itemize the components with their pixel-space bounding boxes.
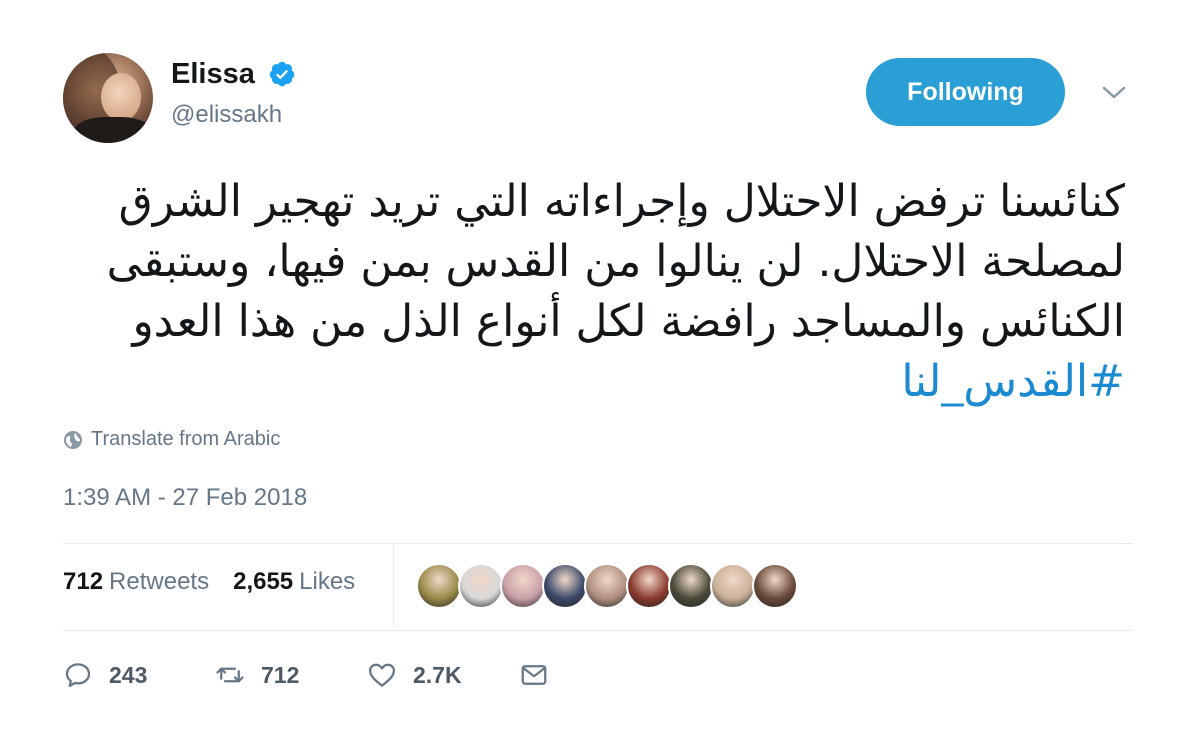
verified-badge-icon (269, 61, 295, 87)
retweet-icon (216, 667, 244, 683)
retweet-action[interactable]: 712 (215, 660, 367, 690)
engagement-stats: 712 Retweets 2,655 Likes (63, 568, 355, 596)
retweets-label: Retweets (109, 568, 210, 595)
liker-avatar[interactable] (458, 563, 504, 609)
likes-count: 2,655 (233, 568, 294, 595)
like-count: 2.7K (413, 661, 462, 688)
direct-message-action[interactable] (519, 660, 565, 690)
avatar-face (101, 73, 141, 121)
reply-count: 243 (109, 661, 148, 688)
liker-avatar[interactable] (752, 563, 798, 609)
translate-label: Translate from Arabic (91, 428, 281, 450)
tweet-card: Elissa @elissakh Following كنائسنا ترفض … (0, 0, 1200, 734)
avatar[interactable] (63, 53, 153, 143)
divider-top (63, 543, 1133, 544)
liker-avatar[interactable] (416, 563, 462, 609)
display-name[interactable]: Elissa (171, 56, 255, 92)
following-button[interactable]: Following (866, 58, 1065, 126)
chevron-down-icon[interactable] (1101, 84, 1127, 102)
tweet-actions: 243 712 2.7K (63, 660, 565, 690)
reply-action[interactable]: 243 (63, 660, 215, 690)
liker-avatar[interactable] (542, 563, 588, 609)
tweet-body: كنائسنا ترفض الاحتلال وإجراءاته التي تري… (106, 176, 1125, 347)
liker-avatar[interactable] (668, 563, 714, 609)
liker-avatar[interactable] (626, 563, 672, 609)
user-handle[interactable]: @elissakh (171, 100, 282, 130)
reply-icon (65, 663, 91, 687)
divider-bottom (63, 630, 1133, 631)
like-action[interactable]: 2.7K (367, 660, 519, 690)
likes-label: Likes (299, 568, 356, 595)
globe-icon (64, 430, 82, 449)
avatar-shoulder (73, 117, 153, 143)
heart-icon (369, 663, 395, 687)
retweet-count: 712 (261, 661, 300, 688)
tweet-text: كنائسنا ترفض الاحتلال وإجراءاته التي تري… (65, 172, 1125, 412)
translate-link[interactable]: Translate from Arabic (63, 428, 280, 451)
tweet-timestamp[interactable]: 1:39 AM - 27 Feb 2018 (63, 484, 307, 512)
hashtag-link[interactable]: #القدس_لنا (901, 356, 1125, 407)
envelope-icon (521, 665, 547, 685)
retweets-count: 712 (63, 568, 104, 595)
stats-separator (393, 544, 394, 626)
liker-avatars (416, 563, 798, 609)
liker-avatar[interactable] (500, 563, 546, 609)
liker-avatar[interactable] (584, 563, 630, 609)
retweets-stat[interactable]: 712 Retweets (63, 568, 209, 596)
likes-stat[interactable]: 2,655 Likes (233, 568, 355, 596)
liker-avatar[interactable] (710, 563, 756, 609)
